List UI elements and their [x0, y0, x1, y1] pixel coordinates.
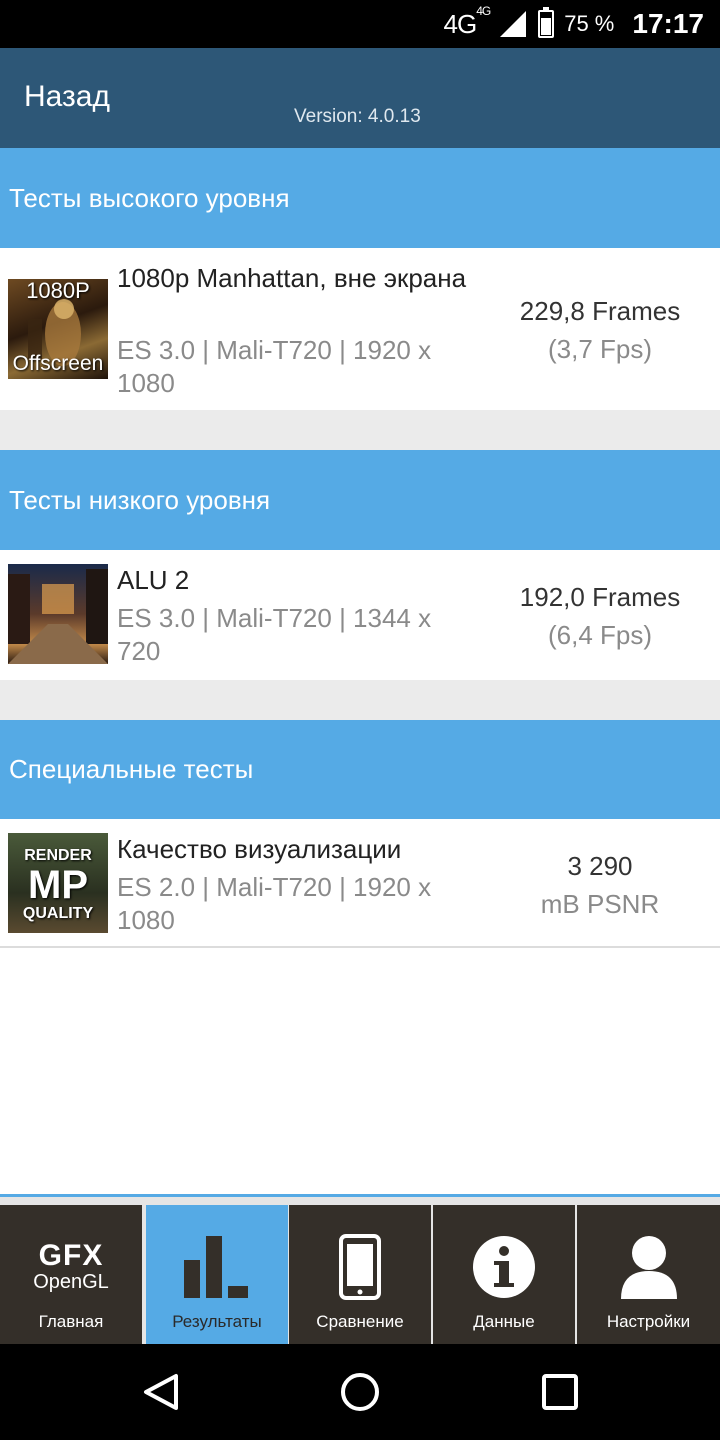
test-title: ALU 2 [117, 565, 190, 595]
signal-icon [500, 11, 527, 37]
clock: 17:17 [632, 8, 704, 39]
render-quality-thumbnail: RENDER MP QUALITY [8, 833, 108, 933]
test-fps: (3,7 Fps) [547, 334, 653, 364]
test-score: 192,0 Frames [519, 582, 681, 612]
test-row-alu2[interactable]: ALU 2 ES 3.0 | Mali-T720 | 1344 x 720 19… [0, 550, 720, 680]
section-gap [0, 680, 720, 720]
tab-results[interactable]: Результаты [146, 1205, 288, 1344]
thumb-label-bottom: QUALITY [22, 905, 94, 922]
test-score: 3 290 [567, 851, 633, 881]
user-icon [577, 1233, 720, 1301]
recents-nav-icon[interactable] [538, 1370, 582, 1414]
test-details: ES 2.0 | Mali-T720 | 1920 x 1080 [117, 872, 432, 935]
test-fps: (6,4 Fps) [547, 620, 653, 650]
tab-home[interactable]: GFX OpenGL Главная [0, 1205, 142, 1344]
back-nav-icon[interactable] [138, 1370, 182, 1414]
section-low-level-header: Тесты низкого уровня [0, 450, 720, 550]
test-row-render-quality[interactable]: RENDER MP QUALITY Качество визуализации … [0, 819, 720, 946]
app-header: Назад Version: 4.0.13 [0, 48, 720, 148]
tab-label: Данные [473, 1312, 535, 1331]
network-indicator: 4G4G [443, 3, 492, 39]
section-high-level-header: Тесты высокого уровня [0, 148, 720, 248]
tab-bar-top-line [0, 1194, 720, 1197]
tab-data[interactable]: Данные [433, 1205, 575, 1344]
test-row-manhattan[interactable]: 1080P Offscreen 1080p Manhattan, вне экр… [0, 248, 720, 410]
gfx-logo-icon: GFX OpenGL [0, 1239, 142, 1295]
bar-chart-icon [146, 1233, 288, 1301]
tab-label: Главная [38, 1312, 104, 1331]
battery-icon [538, 7, 555, 38]
tab-label: Настройки [606, 1312, 691, 1331]
test-details: ES 3.0 | Mali-T720 | 1344 x 720 [117, 603, 432, 666]
battery-percent: 75 % [564, 11, 615, 36]
tab-label: Сравнение [316, 1312, 404, 1331]
list-divider [0, 946, 720, 948]
thumb-label-middle: MP [28, 863, 88, 907]
phone-icon [289, 1233, 431, 1301]
test-title: 1080p Manhattan, вне экрана [117, 263, 467, 293]
tab-label: Результаты [172, 1312, 262, 1331]
gfx-logo-text: GFX [38, 1239, 104, 1272]
alu2-thumbnail [8, 564, 108, 664]
status-bar: 4G4G 75 % 17:17 [0, 0, 720, 48]
opengl-logo-text: OpenGL [33, 1271, 109, 1293]
test-unit: mB PSNR [540, 889, 660, 919]
test-title: Качество визуализации [117, 834, 402, 864]
home-nav-icon[interactable] [338, 1370, 382, 1414]
tab-compare[interactable]: Сравнение [289, 1205, 431, 1344]
system-nav-bar [0, 1344, 720, 1440]
section-special-header: Специальные тесты [0, 720, 720, 819]
info-icon [433, 1233, 575, 1301]
thumb-label-bottom: Offscreen [12, 352, 104, 375]
manhattan-thumbnail: 1080P Offscreen [8, 279, 108, 379]
thumb-label-top: 1080P [26, 279, 90, 303]
screen: 4G4G 75 % 17:17 Назад Version: 4.0.13 Те… [0, 0, 720, 1440]
test-details: ES 3.0 | Mali-T720 | 1920 x 1080 [117, 335, 432, 398]
tab-settings[interactable]: Настройки [577, 1205, 720, 1344]
test-score: 229,8 Frames [519, 296, 681, 326]
section-gap [0, 410, 720, 450]
back-button[interactable]: Назад [24, 80, 110, 114]
version-label: Version: 4.0.13 [294, 106, 421, 127]
